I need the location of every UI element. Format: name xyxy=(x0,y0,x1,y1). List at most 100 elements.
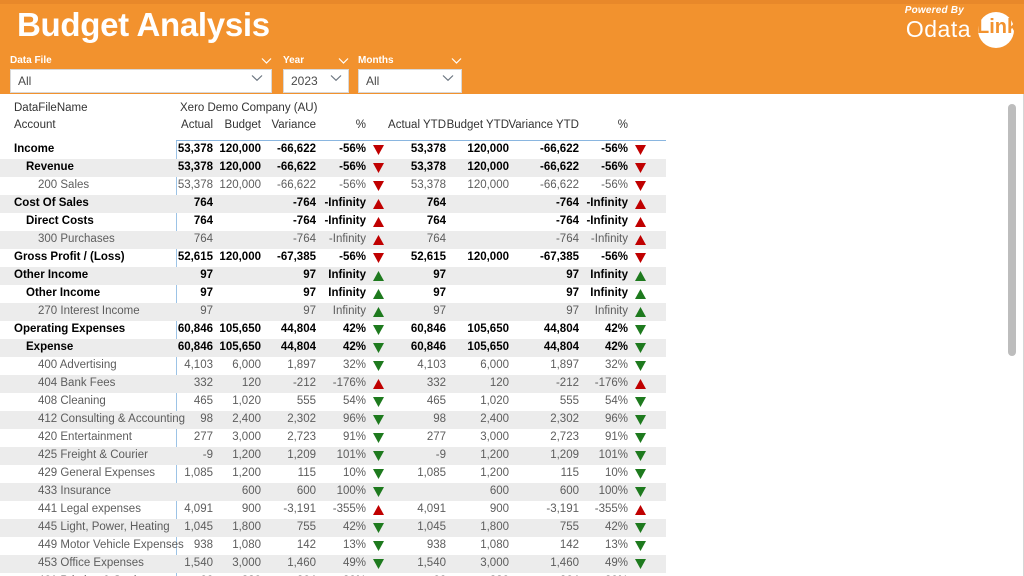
table-row[interactable]: 429 General Expenses 1,085 1,200 115 10% 1,08… xyxy=(0,465,666,483)
filter-data-file-value: All xyxy=(18,74,32,88)
table-row[interactable]: 200 Sales 53,378 120,000 -66,622 -56% 53,378 1… xyxy=(0,177,666,195)
chevron-down-icon[interactable] xyxy=(261,57,272,65)
row-cell: 764 xyxy=(193,197,213,209)
row-cell: 1,045 xyxy=(184,521,213,533)
table-row[interactable]: 300 Purchases 764 -764 -Infinity 764 -764 -Inf… xyxy=(0,231,666,249)
row-account-label: 200 Sales xyxy=(38,179,90,191)
row-cell: 60,846 xyxy=(410,323,446,335)
triangle-down-icon xyxy=(373,469,384,480)
page-title: Budget Analysis xyxy=(17,6,270,43)
row-cell: 105,650 xyxy=(467,341,509,353)
row-cell: 97 xyxy=(566,287,579,299)
row-cell: 97 xyxy=(200,305,213,317)
table-row[interactable]: 445 Light, Power, Heating 1,045 1,800 755 42… xyxy=(0,519,666,537)
row-cell: 1,897 xyxy=(287,359,316,371)
column-header-[interactable]: % xyxy=(618,119,628,131)
table-row[interactable]: Operating Expenses 60,846 105,650 44,804 42%… xyxy=(0,321,666,339)
row-cell: -764 xyxy=(292,233,316,245)
triangle-down-icon xyxy=(635,325,646,336)
column-header-budget-ytd[interactable]: Budget YTD xyxy=(447,119,509,131)
table-row[interactable]: 408 Cleaning 465 1,020 555 54% 465 1,020 555 54% xyxy=(0,393,666,411)
row-cell: 91% xyxy=(604,431,628,443)
row-cell: -56% xyxy=(601,251,628,263)
row-cell: 4,103 xyxy=(417,359,446,371)
row-cell: 2,723 xyxy=(550,431,579,443)
table-row[interactable]: 453 Office Expenses 1,540 3,000 1,460 49% 1,5… xyxy=(0,555,666,573)
row-cell: Infinity xyxy=(590,287,628,299)
filter-data-file-dropdown[interactable]: All xyxy=(10,69,272,93)
row-cell: 600 xyxy=(296,485,316,497)
row-account-label: Cost Of Sales xyxy=(14,197,89,209)
row-cell: 2,302 xyxy=(287,413,316,425)
triangle-up-icon xyxy=(373,379,384,390)
chevron-down-icon[interactable] xyxy=(330,74,342,82)
row-cell: 52,615 xyxy=(410,251,446,263)
row-cell: Infinity xyxy=(332,305,366,317)
row-cell: 97 xyxy=(566,269,579,281)
row-cell: 1,200 xyxy=(480,467,509,479)
table-row[interactable]: 433 Insurance 600 600 100% 600 600 100% xyxy=(0,483,666,501)
triangle-up-icon xyxy=(635,271,646,282)
triangle-down-icon xyxy=(635,433,646,444)
table-row[interactable]: 441 Legal expenses 4,091 900 -3,191 -355% 4,0… xyxy=(0,501,666,519)
table-row[interactable]: Expense 60,846 105,650 44,804 42% 60,846 105,6… xyxy=(0,339,666,357)
column-header-actual[interactable]: Actual xyxy=(181,119,213,131)
table-row[interactable]: Gross Profit / (Loss) 52,615 120,000 -67,38… xyxy=(0,249,666,267)
table-row[interactable]: Other Income 97 97 Infinity 97 97 Infinity xyxy=(0,285,666,303)
row-cell: 277 xyxy=(193,431,213,443)
row-cell: 10% xyxy=(342,467,366,479)
row-cell: 764 xyxy=(426,215,446,227)
row-cell: 42% xyxy=(342,521,366,533)
column-header-variance[interactable]: Variance xyxy=(271,119,316,131)
filter-data-file-label: Data File xyxy=(10,55,52,66)
row-account-label: Expense xyxy=(26,341,74,353)
table-row[interactable]: Other Income 97 97 Infinity 97 97 Infinity xyxy=(0,267,666,285)
row-cell: 120,000 xyxy=(467,179,509,191)
chevron-down-icon[interactable] xyxy=(251,74,263,82)
triangle-up-icon xyxy=(373,505,384,516)
table-row[interactable]: Income 53,378 120,000 -66,622 -56% 53,378 120,… xyxy=(0,141,666,159)
filter-year-dropdown[interactable]: 2023 xyxy=(283,69,349,93)
table-row[interactable]: 425 Freight & Courier -9 1,200 1,209 101% -9 1… xyxy=(0,447,666,465)
chevron-down-icon[interactable] xyxy=(338,57,349,65)
column-header-actual-ytd[interactable]: Actual YTD xyxy=(388,119,446,131)
triangle-up-icon xyxy=(635,199,646,210)
row-cell: 53,378 xyxy=(410,161,446,173)
chevron-down-icon[interactable] xyxy=(451,57,462,65)
triangle-down-icon xyxy=(373,433,384,444)
row-cell: 755 xyxy=(559,521,579,533)
row-cell: 44,804 xyxy=(280,341,316,353)
row-cell: 120 xyxy=(489,377,509,389)
column-header-variance-ytd[interactable]: Variance YTD xyxy=(508,119,579,131)
table-row[interactable]: 412 Consulting & Accounting 98 2,400 2,302 9… xyxy=(0,411,666,429)
triangle-up-icon xyxy=(373,271,384,282)
chevron-down-icon[interactable] xyxy=(442,74,454,82)
row-cell: 2,302 xyxy=(550,413,579,425)
triangle-down-icon xyxy=(373,523,384,534)
triangle-down-icon xyxy=(635,541,646,552)
column-header-[interactable]: % xyxy=(356,119,366,131)
vertical-scrollbar-thumb[interactable] xyxy=(1008,104,1016,356)
table-row[interactable]: 404 Bank Fees 332 120 -212 -176% 332 120 -212 -1… xyxy=(0,375,666,393)
triangle-down-icon xyxy=(373,181,384,192)
row-cell: Infinity xyxy=(594,305,628,317)
row-cell: 115 xyxy=(297,467,316,479)
table-row[interactable]: 420 Entertainment 277 3,000 2,723 91% 277 3,00… xyxy=(0,429,666,447)
row-cell: 53,378 xyxy=(410,179,446,191)
row-cell: 53,378 xyxy=(177,179,213,191)
filter-months-value: All xyxy=(366,74,380,88)
table-row[interactable]: 449 Motor Vehicle Expenses 938 1,080 142 13%… xyxy=(0,537,666,555)
row-cell: -355% xyxy=(332,503,366,515)
row-cell: 1,085 xyxy=(417,467,446,479)
triangle-up-icon xyxy=(373,199,384,210)
triangle-down-icon xyxy=(635,487,646,498)
table-row[interactable]: Direct Costs 764 -764 -Infinity 764 -764 -Infi… xyxy=(0,213,666,231)
row-cell: 600 xyxy=(489,485,509,497)
filter-months-dropdown[interactable]: All xyxy=(358,69,462,93)
table-row[interactable]: 400 Advertising 4,103 6,000 1,897 32% 4,103 6,… xyxy=(0,357,666,375)
row-cell: 2,400 xyxy=(232,413,261,425)
column-header-budget[interactable]: Budget xyxy=(225,119,261,131)
table-row[interactable]: 270 Interest Income 97 97 Infinity 97 97 Infin… xyxy=(0,303,666,321)
table-row[interactable]: Cost Of Sales 764 -764 -Infinity 764 -764 -Inf… xyxy=(0,195,666,213)
table-row[interactable]: Revenue 53,378 120,000 -66,622 -56% 53,378 120… xyxy=(0,159,666,177)
